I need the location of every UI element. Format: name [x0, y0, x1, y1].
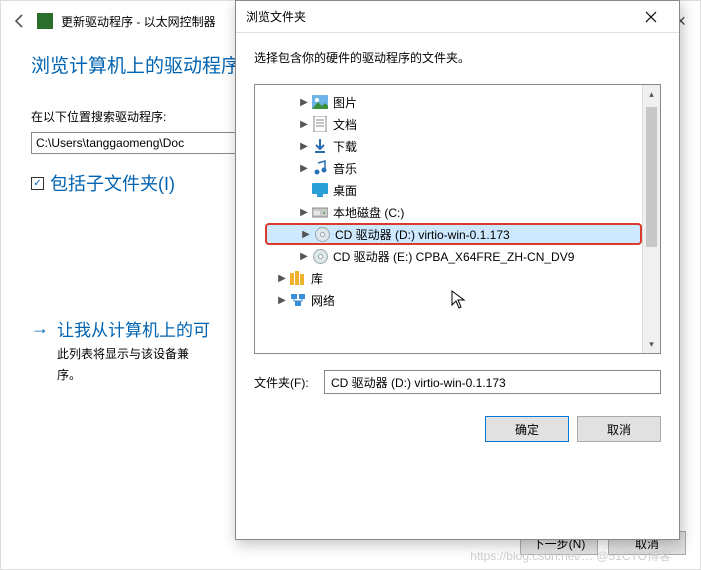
pick-from-list-desc: 此列表将显示与该设备兼	[57, 345, 210, 362]
folder-tree: ▶ 图片 ▶ 文档 ▶ 下载 ▶ 音乐桌面 ▶ 本地磁盘 (C:) ▶ CD 驱动器 (D:) vir…	[254, 84, 661, 354]
tree-item[interactable]: ▶库	[265, 267, 642, 289]
folder-field-label: 文件夹(F):	[254, 374, 314, 391]
scroll-thumb[interactable]	[646, 107, 657, 247]
tree-item-label: 桌面	[333, 182, 357, 199]
disk-icon	[311, 204, 329, 220]
arrow-right-icon: →	[31, 318, 49, 339]
downloads-icon	[311, 138, 329, 154]
tree-item-label: 网络	[311, 292, 335, 309]
tree-item[interactable]: ▶ 文档	[265, 113, 642, 135]
tree-item-label: 下载	[333, 138, 357, 155]
tree-item-label: 本地磁盘 (C:)	[333, 204, 404, 221]
disc-icon	[313, 226, 331, 242]
scroll-down-icon[interactable]: ▾	[643, 335, 660, 353]
expand-right-icon[interactable]: ▶	[275, 273, 289, 284]
device-icon	[37, 13, 53, 29]
music-icon	[311, 160, 329, 176]
tree-item[interactable]: ▶ 音乐	[265, 157, 642, 179]
dialog-titlebar: 浏览文件夹	[236, 1, 679, 33]
include-subfolders-checkbox[interactable]: ✓	[31, 177, 44, 190]
expand-right-icon[interactable]: ▶	[297, 163, 311, 174]
documents-icon	[311, 116, 329, 132]
library-icon	[289, 270, 307, 286]
tree-item-label: 音乐	[333, 160, 357, 177]
dialog-instruction: 选择包含你的硬件的驱动程序的文件夹。	[236, 33, 679, 76]
disc-icon	[311, 248, 329, 264]
tree-item-label: CD 驱动器 (E:) CPBA_X64FRE_ZH-CN_DV9	[333, 248, 574, 265]
folder-field-input[interactable]	[324, 370, 661, 394]
cancel-button[interactable]: 取消	[577, 416, 661, 442]
tree-item[interactable]: ▶ 本地磁盘 (C:)	[265, 201, 642, 223]
tree-item-label: 库	[311, 270, 323, 287]
scroll-up-icon[interactable]: ▴	[643, 85, 660, 103]
tree-item[interactable]: 桌面	[265, 179, 642, 201]
network-icon	[289, 292, 307, 308]
tree-item[interactable]: ▶ 图片	[265, 91, 642, 113]
back-icon[interactable]	[11, 12, 29, 30]
tree-item-selected[interactable]: ▶ CD 驱动器 (D:) virtio-win-0.1.173	[265, 223, 642, 245]
expand-right-icon[interactable]: ▶	[297, 141, 311, 152]
pick-from-list-link[interactable]: 让我从计算机上的可	[57, 316, 210, 341]
tree-item-label: 图片	[333, 94, 357, 111]
ok-button[interactable]: 确定	[485, 416, 569, 442]
browse-folder-dialog: 浏览文件夹 选择包含你的硬件的驱动程序的文件夹。 ▶图片▶文档▶下载▶音乐桌面▶…	[235, 0, 680, 540]
expand-right-icon[interactable]: ▶	[297, 119, 311, 130]
expand-right-icon[interactable]: ▶	[297, 207, 311, 218]
dialog-close-icon[interactable]	[633, 3, 669, 31]
expand-right-icon[interactable]: ▶	[297, 97, 311, 108]
parent-window-title: 更新驱动程序 - 以太网控制器	[61, 13, 216, 30]
dialog-title: 浏览文件夹	[246, 8, 306, 25]
expand-right-icon[interactable]: ▶	[297, 251, 311, 262]
expand-right-icon[interactable]: ▶	[275, 295, 289, 306]
tree-item[interactable]: ▶ CD 驱动器 (E:) CPBA_X64FRE_ZH-CN_DV9	[265, 245, 642, 267]
watermark: https://blog.csdn.net/… @51CTO博客	[470, 547, 671, 564]
tree-item-label: CD 驱动器 (D:) virtio-win-0.1.173	[335, 226, 510, 243]
tree-item[interactable]: ▶ 网络	[265, 289, 642, 311]
expand-right-icon[interactable]: ▶	[299, 229, 313, 240]
include-subfolders-label: 包括子文件夹(I)	[50, 170, 175, 196]
tree-scrollbar[interactable]: ▴ ▾	[642, 85, 660, 353]
pictures-icon	[311, 94, 329, 110]
pick-from-list-desc2: 序。	[57, 366, 210, 383]
tree-item[interactable]: ▶ 下载	[265, 135, 642, 157]
tree-item-label: 文档	[333, 116, 357, 133]
desktop-icon	[311, 182, 329, 198]
